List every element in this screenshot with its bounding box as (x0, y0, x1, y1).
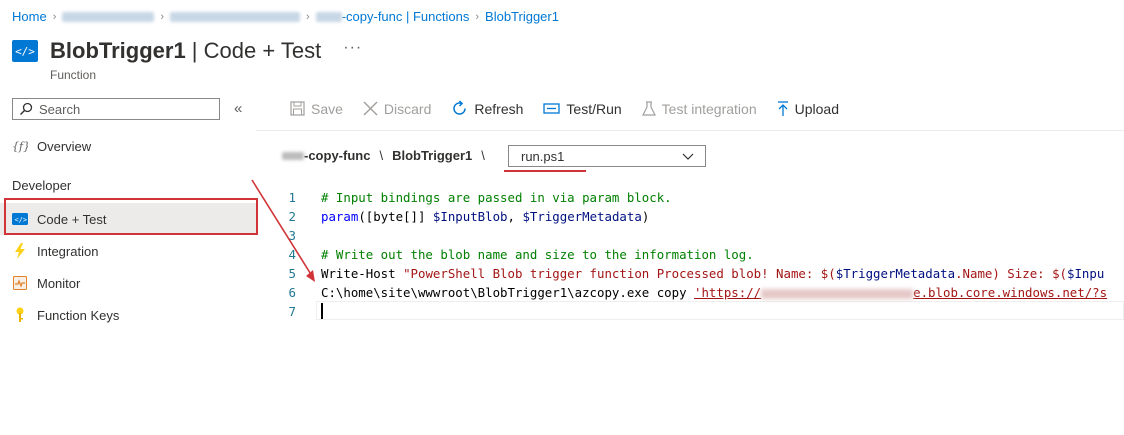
sidebar-item-label: Integration (37, 243, 99, 259)
command-bar: Save Discard Refresh Test/Run Test integ… (290, 100, 859, 117)
sidebar-item-label: Overview (37, 138, 92, 154)
flask-icon (641, 100, 656, 116)
upload-button[interactable]: Upload (777, 101, 839, 117)
line-number: 5 (288, 266, 296, 281)
discard-button[interactable]: Discard (363, 101, 431, 117)
file-dropdown-value: run.ps1 (521, 148, 565, 164)
redacted-text (170, 11, 301, 22)
sidebar-item-function-keys[interactable]: Function Keys (0, 299, 258, 331)
refresh-button[interactable]: Refresh (451, 100, 523, 117)
function-overview-icon: {f} (12, 139, 28, 153)
upload-icon (777, 100, 788, 116)
code-token: ) (641, 209, 650, 224)
sidebar-search[interactable] (12, 98, 220, 120)
redacted-text (761, 288, 914, 299)
code-text: # Input bindings are passed in via param… (321, 190, 672, 205)
page-title: BlobTrigger1 | Code + Test (50, 38, 321, 64)
line-number: 1 (288, 190, 296, 205)
path-separator: \ (379, 148, 384, 163)
line-number: 6 (288, 285, 296, 300)
code-token: "PowerShell Blob trigger function Proces… (403, 266, 836, 281)
sidebar-item-integration[interactable]: Integration (0, 235, 258, 267)
path-app: -copy-func (304, 148, 371, 163)
chevron-right-icon: › (160, 10, 165, 23)
code-text: # Write out the blob name and size to th… (321, 247, 754, 262)
code-token: C:\home\site\wwwroot\BlobTrigger1\azcopy… (321, 285, 694, 300)
collapse-sidebar-button[interactable]: « (234, 100, 242, 117)
sidebar-item-label: Monitor (37, 275, 81, 291)
save-icon (290, 101, 305, 116)
redacted-text (315, 11, 342, 22)
line-number: 3 (288, 228, 296, 243)
test-integration-button[interactable]: Test integration (641, 100, 757, 117)
more-options-button[interactable]: ··· (343, 39, 362, 57)
chevron-right-icon: › (306, 10, 310, 23)
chevron-right-icon: › (475, 10, 480, 23)
sidebar-item-label: Function Keys (37, 307, 120, 323)
line-number: 7 (288, 304, 296, 319)
path-function: BlobTrigger1 (392, 148, 473, 163)
function-code-icon: </> (12, 40, 38, 62)
code-token: e.blob.core.windows.net/?s (913, 285, 1108, 300)
code-text: Write-Host "PowerShell Blob trigger func… (321, 264, 1104, 283)
code-token: $Inpu (1067, 266, 1105, 281)
file-dropdown[interactable]: run.ps1 (508, 145, 706, 167)
highlight-underline (504, 170, 586, 172)
page-title-rest: | Code + Test (185, 38, 322, 63)
refresh-label: Refresh (474, 100, 524, 117)
test-integration-label: Test integration (661, 100, 757, 117)
line-number: 2 (288, 209, 296, 224)
page-header: </> BlobTrigger1 | Code + Test ··· (12, 38, 362, 64)
page-title-bold: BlobTrigger1 (50, 38, 186, 63)
key-icon (12, 307, 28, 323)
close-icon (363, 101, 378, 116)
refresh-icon (453, 100, 467, 115)
code-text: C:\home\site\wwwroot\BlobTrigger1\azcopy… (321, 283, 1107, 302)
breadcrumb-app[interactable]: -copy-func | Functions (315, 9, 470, 24)
highlight-box (4, 198, 258, 235)
upload-label: Upload (794, 100, 839, 117)
code-token: $TriggerMetadata (522, 209, 642, 224)
svg-text:{f}: {f} (12, 140, 28, 153)
code-token: ([byte[]] (358, 209, 433, 224)
discard-label: Discard (383, 100, 432, 117)
code-editor[interactable]: 1 # Input bindings are passed in via par… (258, 188, 1124, 324)
code-token: 'https:// (694, 285, 762, 300)
code-token: , (507, 209, 523, 224)
breadcrumb-current[interactable]: BlobTrigger1 (485, 9, 559, 24)
breadcrumb-app-label: -copy-func | Functions (341, 9, 470, 24)
code-text: param([byte[]] $InputBlob, $TriggerMetad… (321, 207, 649, 226)
lightning-icon (12, 243, 28, 259)
code-token: Write-Host (321, 266, 404, 281)
breadcrumb: Home › › › -copy-func | Functions › Blob… (12, 9, 559, 24)
text-cursor (321, 303, 323, 319)
test-run-icon (543, 103, 561, 114)
page-subtitle: Function (50, 68, 97, 82)
line-number: 4 (288, 247, 296, 262)
path-separator: \ (481, 148, 485, 163)
code-token: param (321, 209, 359, 224)
section-label-developer: Developer (12, 178, 72, 193)
test-run-button[interactable]: Test/Run (543, 100, 622, 117)
redacted-text (62, 11, 155, 22)
monitor-icon (12, 276, 28, 290)
redacted-text (282, 151, 304, 160)
file-path: -copy-func \ BlobTrigger1 \ (282, 148, 494, 163)
search-icon (20, 102, 33, 115)
toolbar-divider (256, 130, 1124, 131)
save-button[interactable]: Save (290, 101, 343, 117)
code-token: $TriggerMetadata (835, 266, 956, 281)
save-label: Save (311, 100, 343, 117)
sidebar-item-overview[interactable]: {f} Overview (0, 130, 258, 162)
test-run-label: Test/Run (566, 100, 622, 117)
code-token: $InputBlob (432, 209, 508, 224)
chevron-right-icon: › (52, 10, 57, 23)
breadcrumb-home[interactable]: Home (12, 9, 47, 24)
search-input[interactable] (37, 100, 211, 118)
current-line-highlight (316, 301, 1124, 320)
chevron-down-icon (682, 153, 694, 160)
code-token: .Name) Size: $( (955, 266, 1067, 281)
sidebar-item-monitor[interactable]: Monitor (0, 267, 258, 299)
